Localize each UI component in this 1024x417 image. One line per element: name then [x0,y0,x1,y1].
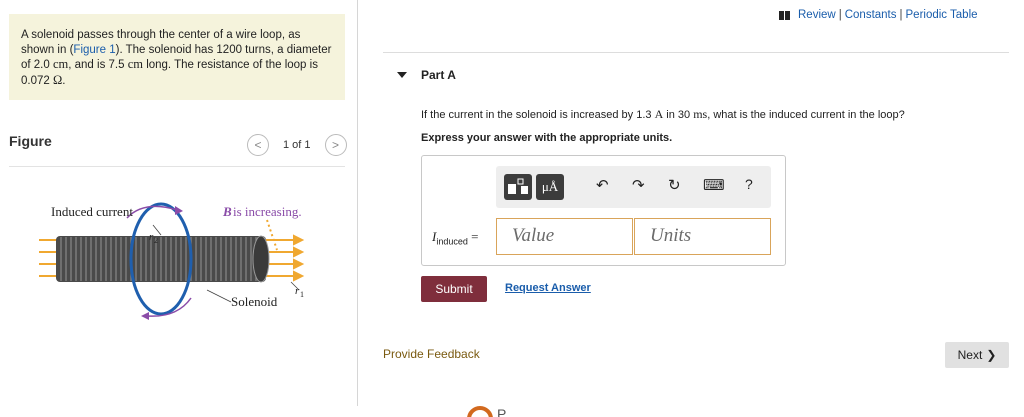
unit-cm: cm [52,57,69,71]
next-label: Next [957,348,983,362]
templates-icon [508,178,528,194]
math-toolbar: μÅ ↶ ↷ ↻ ⌨ ? [496,166,771,208]
reset-icon[interactable]: ↻ [668,176,681,194]
submit-button[interactable]: Submit [421,276,487,302]
chevron-right-icon: > [332,138,340,152]
b-increasing-label: is increasing. [233,204,302,219]
problem-text: , and is 7.5 [68,59,128,71]
r1-sub-label: 1 [300,290,304,299]
answer-variable-label: Iinduced = [432,229,478,247]
solenoid-figure: Induced current B is increasing. r 2 r 1… [39,202,305,320]
solenoid-label: Solenoid [231,294,278,309]
periodic-table-link[interactable]: Periodic Table [906,9,978,21]
problem-statement: A solenoid passes through the center of … [9,14,345,100]
figure-heading: Figure [9,133,52,149]
figure-pager: < 1 of 1 > [247,134,347,156]
figure-page-count: 1 of 1 [283,139,311,151]
part-title: Part A [421,68,456,82]
pearson-logo-icon [467,406,493,417]
figure-link[interactable]: Figure 1 [73,44,115,56]
top-links: Review | Constants | Periodic Table [779,9,978,21]
next-figure-button[interactable]: > [324,134,347,156]
provide-feedback-link[interactable]: Provide Feedback [383,347,480,361]
help-icon[interactable]: ? [745,176,753,192]
b-vector-label: B [222,204,232,219]
link-separator: | [838,9,842,21]
value-input[interactable]: Value [496,218,633,255]
units-button[interactable]: μÅ [536,174,564,200]
link-separator: | [899,9,903,21]
unit-ms: ms [693,107,708,121]
variable-subscript: induced [436,236,468,247]
part-a-toggle[interactable]: Part A [397,68,456,82]
problem-text: . [62,74,66,87]
units-icon: μÅ [541,179,559,194]
constants-link[interactable]: Constants [845,9,897,21]
units-input[interactable]: Units [634,218,771,255]
keyboard-icon[interactable]: ⌨ [703,176,725,194]
bottom-logo-text: P [497,406,507,417]
caret-down-icon [397,72,407,78]
panel-divider [357,0,358,406]
redo-icon[interactable]: ↷ [632,176,645,194]
induced-current-label: Induced current [51,204,133,219]
templates-button[interactable] [504,174,532,200]
request-answer-link[interactable]: Request Answer [505,282,591,294]
next-button[interactable]: Next ❯ [945,342,1009,368]
book-icon [779,10,791,20]
chevron-left-icon: < [254,138,262,152]
question-fragment: , what is the induced current in the loo… [707,109,905,121]
question-fragment: If the current in the solenoid is increa… [421,109,655,121]
unit-cm: cm [127,57,143,71]
answer-box: μÅ ↶ ↷ ↻ ⌨ ? Iinduced = Value Units [421,155,786,266]
question-fragment: in 30 [663,109,694,121]
undo-icon[interactable]: ↶ [596,176,609,194]
section-divider [383,52,1009,53]
chevron-right-icon: ❯ [986,348,997,362]
prev-figure-button[interactable]: < [247,134,269,156]
equals-sign: = [467,229,479,244]
r2-sub-label: 2 [154,236,158,245]
question-text: If the current in the solenoid is increa… [421,107,905,122]
figure-divider [9,166,345,167]
unit-ampere: A [654,107,664,121]
unit-ohm: Ω [52,72,63,87]
answer-instruction: Express your answer with the appropriate… [421,132,673,144]
review-link[interactable]: Review [798,9,836,21]
